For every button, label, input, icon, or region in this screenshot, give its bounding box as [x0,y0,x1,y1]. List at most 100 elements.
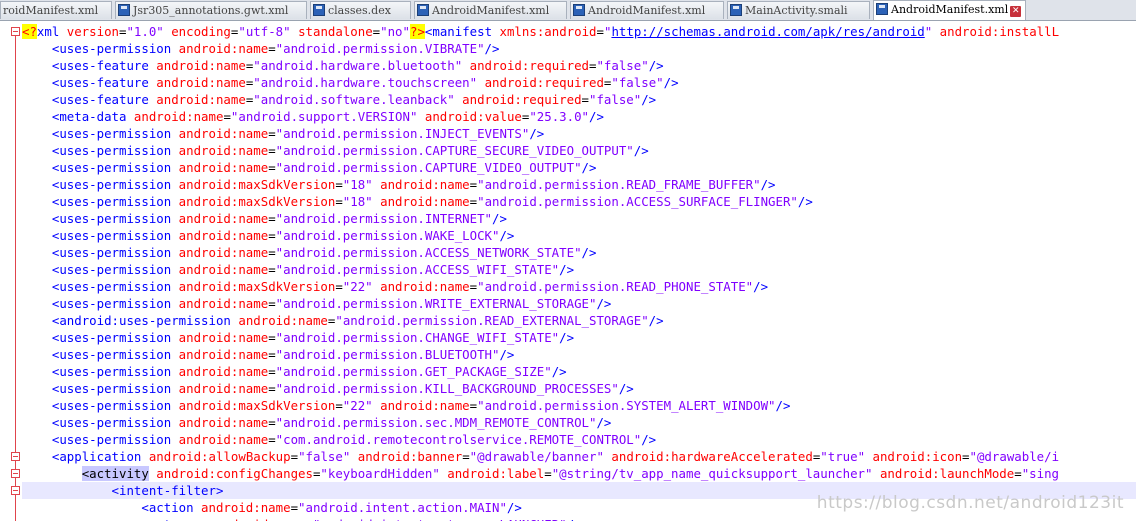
code-token: "android.permission.READ_EXTERNAL_STORAG… [335,313,649,328]
code-line[interactable]: <uses-permission android:name="android.p… [22,227,1136,244]
code-line[interactable]: <uses-permission android:name="android.p… [22,142,1136,159]
code-line[interactable]: <uses-feature android:name="android.hard… [22,57,1136,74]
code-line[interactable]: <uses-permission android:name="android.p… [22,125,1136,142]
code-line[interactable]: <uses-permission android:name="android.p… [22,295,1136,312]
code-token: "android.permission.BLUETOOTH" [275,347,500,362]
code-token: uses-permission [59,126,179,141]
tab-4[interactable]: AndroidManifest.xml [570,1,724,19]
code-token: = [335,279,343,294]
tab-3[interactable]: AndroidManifest.xml [414,1,567,19]
fold-icon[interactable] [11,27,20,36]
code-token: /> [567,517,582,521]
code-token: android:name [178,262,269,277]
tab-2[interactable]: classes.dex [310,1,411,19]
code-token: /> [797,194,813,209]
fold-icon[interactable] [11,452,20,461]
code-token: = [268,228,276,243]
code-token: "22" [342,398,381,413]
close-icon[interactable]: ✕ [1010,6,1022,17]
tab-5[interactable]: MainActivity.smali [727,1,870,19]
code-token: < [111,483,119,498]
code-token: = [268,211,276,226]
code-line[interactable]: <uses-permission android:maxSdkVersion="… [22,176,1136,193]
code-editor[interactable]: <?xml version = "1.0" encoding = "utf-8" sta… [22,21,1136,521]
code-token: "android.permission.ACCESS_WIFI_STATE" [275,262,560,277]
code-line[interactable]: <uses-permission android:maxSdkVersion="… [22,397,1136,414]
code-token: uses-permission [59,381,179,396]
code-line[interactable]: <uses-permission android:maxSdkVersion="… [22,193,1136,210]
code-line[interactable]: <uses-permission android:name="android.p… [22,261,1136,278]
code-token: uses-permission [59,398,179,413]
code-token: "sing [1021,466,1059,481]
code-line[interactable]: <uses-feature android:name="android.soft… [22,91,1136,108]
code-token: android:maxSdkVersion [178,194,336,209]
code-token: meta-data [59,109,134,124]
code-token: action [148,500,202,515]
code-line[interactable]: <uses-permission android:name="android.p… [22,244,1136,261]
code-token: /> [633,143,649,158]
code-token: "android.permission.sec.MDM_REMOTE_CONTR… [275,415,597,430]
code-token: = [268,347,276,362]
fold-line [15,461,16,469]
code-line[interactable]: <meta-data android:name="android.support… [22,108,1136,125]
code-line[interactable]: <uses-permission android:name="android.p… [22,380,1136,397]
code-line[interactable]: <uses-permission android:name="android.p… [22,210,1136,227]
code-token: android:name [178,381,269,396]
code-token: "false" [596,58,649,73]
code-token: android:uses-permission [59,313,239,328]
code-token: = [268,330,276,345]
code-token: = [469,194,478,209]
code-token: > [215,483,224,498]
tab-label: AndroidManifest.xml [891,3,1009,16]
code-line[interactable]: <application android:allowBackup="false"… [22,448,1136,465]
code-line[interactable]: <uses-feature android:name="android.hard… [22,74,1136,91]
code-token: uses-permission [59,262,179,277]
code-line[interactable]: <uses-permission android:name="android.p… [22,159,1136,176]
code-token: = [223,109,231,124]
code-token: "android.hardware.touchscreen" [253,75,485,90]
code-line[interactable]: <uses-permission android:name="com.andro… [22,431,1136,448]
code-token: /> [641,92,657,107]
code-token: "utf-8" [238,24,299,39]
code-line[interactable]: <uses-permission android:name="android.p… [22,346,1136,363]
code-line[interactable]: <?xml version="1.0" encoding="utf-8" sta… [22,23,1136,40]
tab-6[interactable]: AndroidManifest.xml ✕ [873,0,1026,20]
code-line[interactable]: <android:uses-permission android:name="a… [22,312,1136,329]
code-line[interactable]: <activity android:configChanges = "keyboar… [22,465,1136,482]
code-token: android:value [424,109,522,124]
code-token: uses-permission [59,177,179,192]
code-line[interactable]: <uses-permission android:name="android.p… [22,40,1136,57]
tab-1[interactable]: Jsr305_annotations.gwt.xml [115,1,307,19]
fold-icon[interactable] [11,469,20,478]
code-token: = [290,449,299,464]
code-token: android:launchMode [879,466,1015,481]
code-token: android:name [178,41,269,56]
code-line[interactable]: <uses-permission android:name="android.p… [22,329,1136,346]
code-token: android:label [447,466,545,481]
code-line[interactable]: <uses-permission android:name="android.p… [22,363,1136,380]
code-line[interactable]: <category android:name="android.intent.c… [22,516,1136,521]
code-token: android:name [178,415,269,430]
code-line[interactable]: <uses-permission android:maxSdkVersion="… [22,278,1136,295]
tab-0[interactable]: roidManifest.xml [0,1,112,19]
code-token: = [268,381,276,396]
fold-icon[interactable] [11,486,20,495]
code-token: /> [581,245,597,260]
code-token: /> [551,364,567,379]
code-token: "com.android.remotecontrolservice.REMOTE… [275,432,642,447]
code-token: xmlns:android [499,24,597,39]
code-token: = [544,466,552,481]
code-line[interactable]: <uses-permission android:name="android.p… [22,414,1136,431]
code-token: /> [596,296,612,311]
code-token: android:required [469,58,589,73]
code-token: "false" [298,449,358,464]
